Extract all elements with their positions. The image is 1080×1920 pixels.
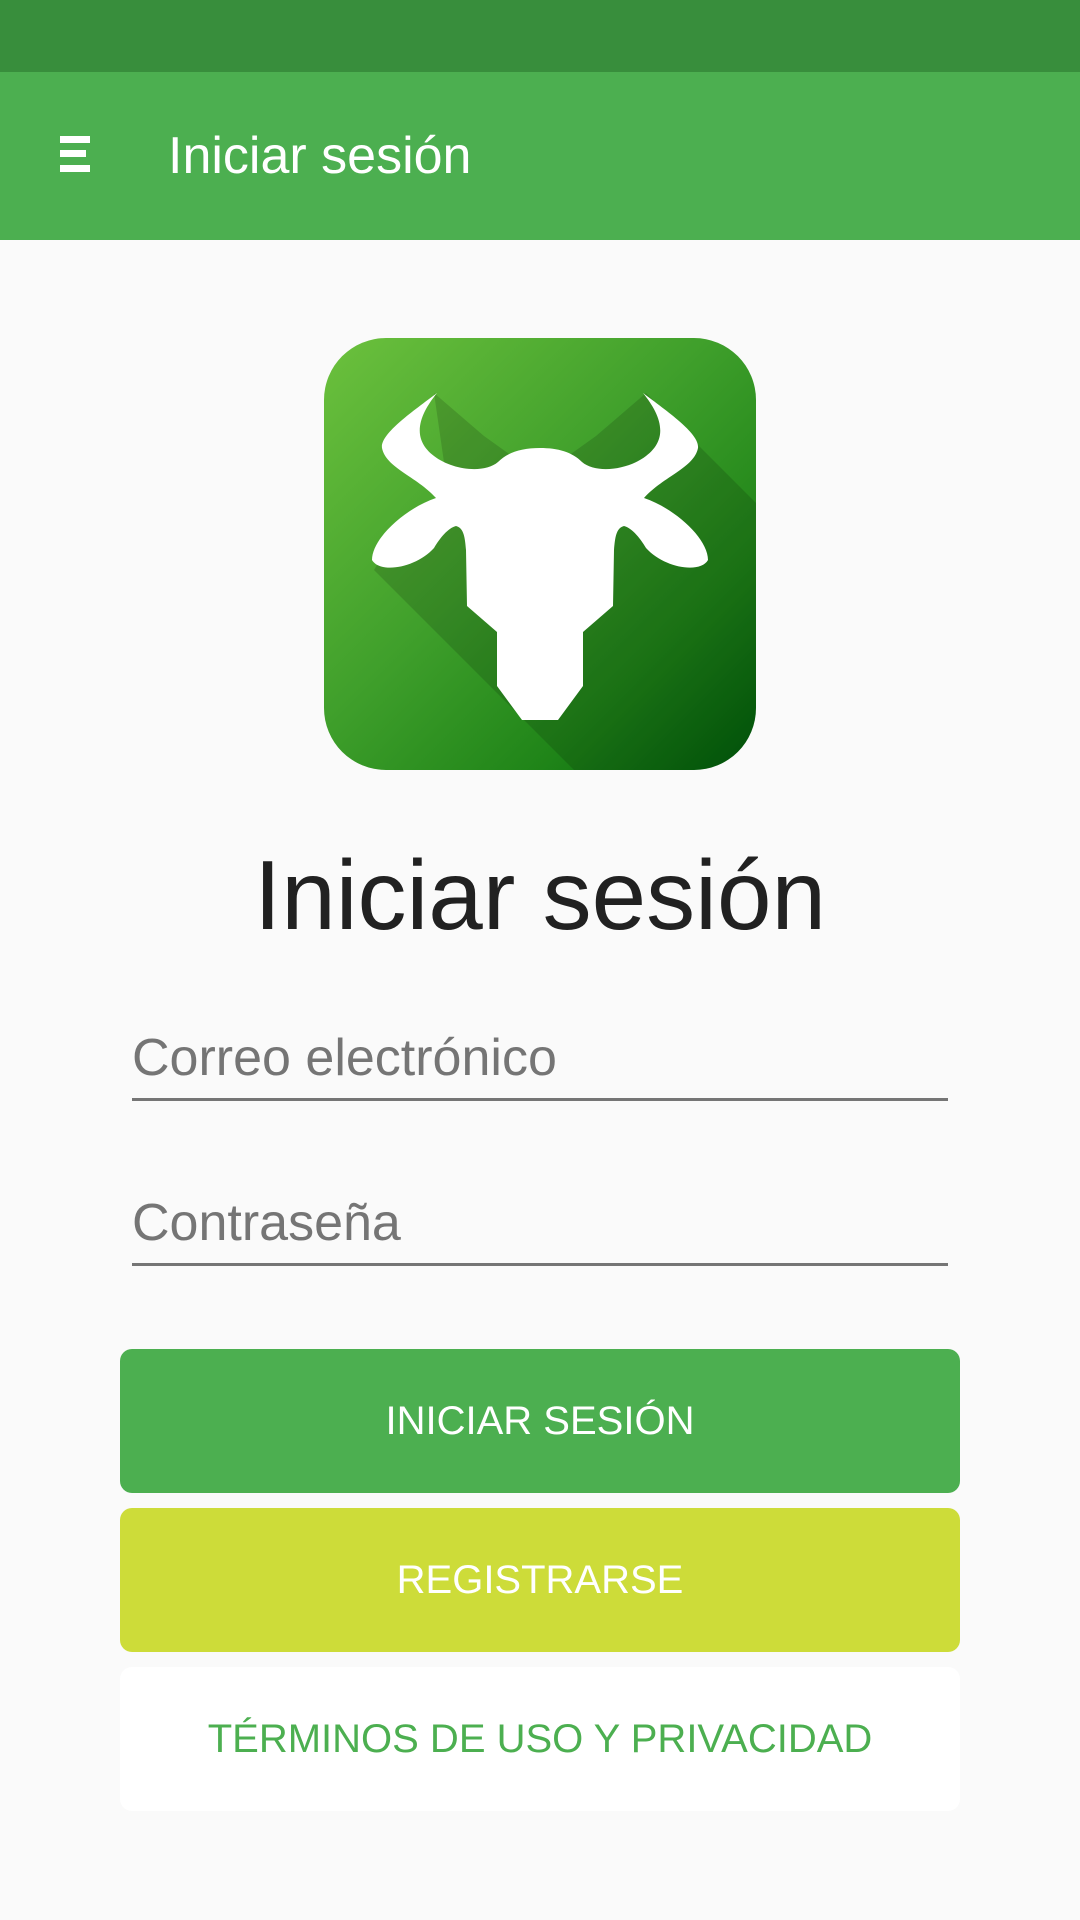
app-bar: Iniciar sesión <box>0 72 1080 240</box>
register-button-label: REGISTRARSE <box>396 1557 684 1602</box>
password-input[interactable] <box>132 1191 948 1255</box>
login-button[interactable]: INICIAR SESIÓN <box>120 1349 960 1493</box>
register-button[interactable]: REGISTRARSE <box>120 1508 960 1652</box>
app-bar-title: Iniciar sesión <box>168 127 472 185</box>
password-field[interactable] <box>132 1179 948 1266</box>
terms-privacy-button-label: TÉRMINOS DE USO Y PRIVACIDAD <box>207 1716 873 1761</box>
terms-privacy-button[interactable]: TÉRMINOS DE USO Y PRIVACIDAD <box>120 1667 960 1811</box>
page-title: Iniciar sesión <box>254 840 826 950</box>
bull-head-icon <box>372 393 756 770</box>
email-input[interactable] <box>132 1026 948 1090</box>
status-bar <box>0 0 1080 72</box>
email-field[interactable] <box>132 1014 948 1101</box>
login-button-label: INICIAR SESIÓN <box>385 1398 695 1443</box>
app-logo <box>324 338 756 770</box>
hamburger-menu-icon[interactable] <box>58 136 92 178</box>
